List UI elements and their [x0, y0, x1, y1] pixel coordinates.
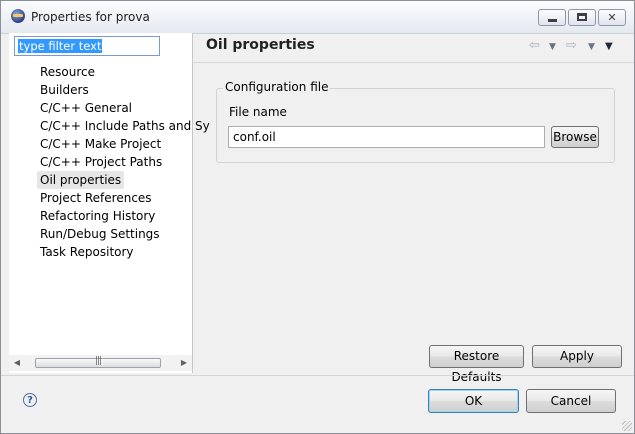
ok-button[interactable]: OK — [428, 389, 519, 413]
resize-grip-icon[interactable] — [622, 421, 632, 431]
tree-item-resource[interactable]: Resource — [37, 63, 98, 81]
eclipse-app-icon — [11, 9, 25, 23]
back-arrow-icon[interactable]: ⇦ — [529, 38, 540, 53]
cancel-button[interactable]: Cancel — [526, 389, 616, 413]
tree-item-run-debug-settings[interactable]: Run/Debug Settings — [37, 225, 163, 243]
maximize-button[interactable] — [568, 9, 596, 26]
restore-defaults-button[interactable]: Restore Defaults — [429, 345, 524, 384]
tree-item-task-repository[interactable]: Task Repository — [37, 243, 137, 261]
help-icon[interactable]: ? — [23, 393, 37, 407]
scroll-right-icon[interactable]: ▶ — [176, 355, 192, 371]
forward-history-icon[interactable]: ▼ — [588, 42, 595, 52]
tree-item-project-references[interactable]: Project References — [37, 189, 155, 207]
browse-button[interactable]: Browse — [551, 126, 599, 148]
footer-divider — [1, 375, 634, 376]
close-button[interactable]: ✕ — [598, 9, 626, 26]
horizontal-scrollbar[interactable]: ◀ ||| ▶ — [9, 355, 192, 371]
property-pages-pane: type filter text Resource Builders C/C++… — [9, 33, 210, 373]
title-bar[interactable]: Properties for prova ✕ — [1, 1, 634, 34]
minimize-button[interactable] — [538, 9, 566, 26]
filter-input[interactable]: type filter text — [14, 36, 160, 56]
apply-button[interactable]: Apply — [532, 345, 622, 368]
tree-item-cpp-make-project[interactable]: C/C++ Make Project — [37, 135, 164, 153]
back-history-icon[interactable]: ▼ — [549, 42, 556, 52]
properties-dialog: Properties for prova ✕ type filter text … — [0, 0, 635, 434]
page-title: Oil properties — [206, 37, 315, 53]
close-icon: ✕ — [607, 11, 617, 24]
window-title: Properties for prova — [31, 10, 150, 24]
maximize-icon — [577, 13, 587, 21]
filter-text: type filter text — [18, 39, 103, 53]
scroll-left-icon[interactable]: ◀ — [9, 355, 25, 371]
tree-item-refactoring-history[interactable]: Refactoring History — [37, 207, 158, 225]
header-divider — [193, 62, 634, 63]
file-name-input[interactable]: conf.oil — [228, 126, 545, 148]
tree-item-cpp-include-paths[interactable]: C/C++ Include Paths and Sy — [37, 117, 213, 135]
view-menu-icon[interactable]: ▼ — [605, 41, 613, 52]
group-title: Configuration file — [223, 80, 331, 94]
file-name-label: File name — [229, 105, 287, 119]
grip-icon: ||| — [94, 356, 102, 366]
tree-item-cpp-general[interactable]: C/C++ General — [37, 99, 135, 117]
minimize-icon — [548, 19, 557, 22]
tree-item-cpp-project-paths[interactable]: C/C++ Project Paths — [37, 153, 165, 171]
forward-arrow-icon[interactable]: ⇨ — [566, 38, 577, 53]
tree-item-oil-properties[interactable]: Oil properties — [37, 171, 125, 189]
tree-item-builders[interactable]: Builders — [37, 81, 92, 99]
scroll-thumb[interactable]: ||| — [35, 356, 161, 368]
